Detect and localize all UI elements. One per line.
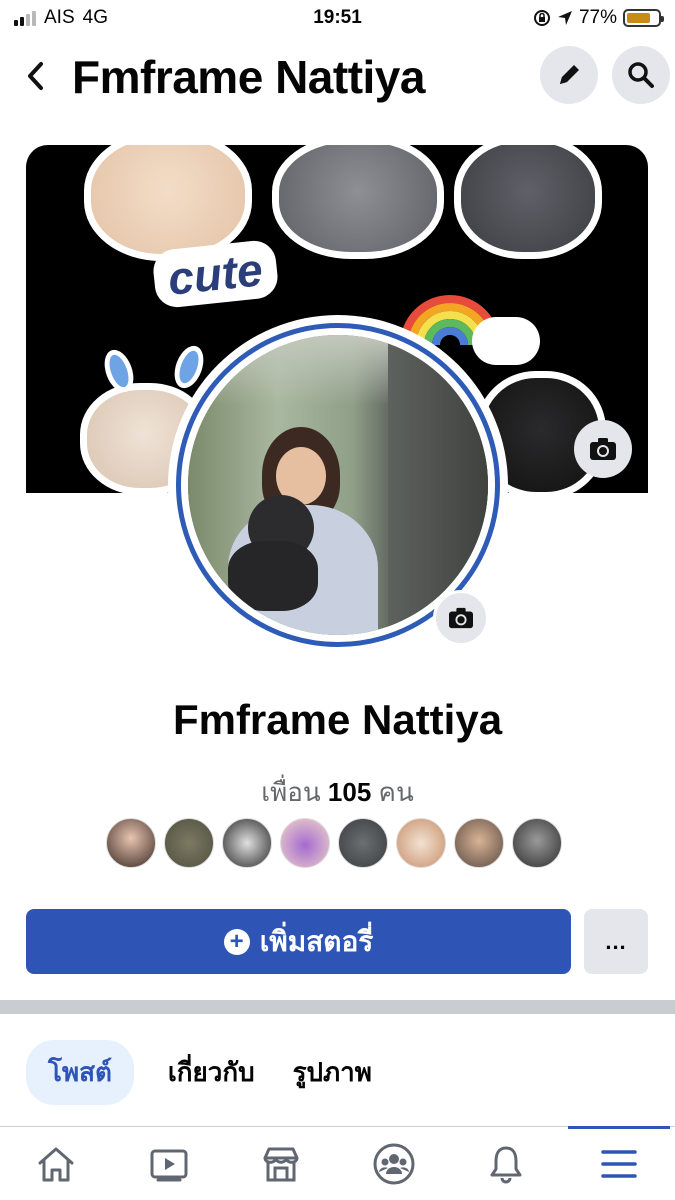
marketplace-icon <box>263 1147 299 1181</box>
search-icon <box>628 62 654 88</box>
profile-camera-button[interactable] <box>433 590 489 646</box>
friends-count[interactable]: เพื่อน 105 คน <box>0 772 675 813</box>
section-divider <box>0 1000 675 1014</box>
profile-name: Fmframe Nattiya <box>172 696 503 743</box>
more-options-button[interactable]: ... <box>584 909 648 974</box>
tab-posts[interactable]: โพสต์ <box>26 1040 134 1105</box>
friend-avatar[interactable] <box>512 818 562 868</box>
video-icon <box>150 1149 188 1181</box>
status-bar: AIS 4G 19:51 77% <box>0 0 675 36</box>
friends-suffix: คน <box>378 777 414 807</box>
groups-icon <box>373 1143 415 1184</box>
tab-about[interactable]: เกี่ยวกับ <box>164 1040 259 1105</box>
bottom-nav <box>0 1126 675 1200</box>
friend-avatar[interactable] <box>164 818 214 868</box>
friend-avatar[interactable] <box>280 818 330 868</box>
home-icon <box>38 1147 74 1181</box>
menu-icon <box>601 1149 637 1178</box>
cute-sticker-text: cute <box>151 238 280 310</box>
friend-avatars <box>106 818 562 868</box>
nav-menu[interactable] <box>563 1126 675 1200</box>
battery-percent: 77% <box>578 7 617 28</box>
friends-number: 105 <box>327 777 372 807</box>
nav-home[interactable] <box>0 1127 113 1200</box>
chevron-left-icon <box>28 62 43 90</box>
friend-avatar[interactable] <box>222 818 272 868</box>
friend-avatar[interactable] <box>106 818 156 868</box>
search-button[interactable] <box>612 46 670 104</box>
battery-icon <box>623 9 664 27</box>
page-title: Fmframe Nattiya <box>72 51 425 103</box>
plus-icon: + <box>223 928 250 955</box>
cat-sticker-dark <box>454 145 602 259</box>
camera-icon <box>590 438 616 460</box>
add-story-button[interactable]: + เพิ่มสตอรี่ <box>26 909 571 974</box>
add-story-label: เพิ่มสตอรี่ <box>259 925 374 957</box>
profile-tabs: โพสต์ เกี่ยวกับ รูปภาพ <box>26 1040 376 1105</box>
friend-avatar[interactable] <box>338 818 388 868</box>
tab-photos[interactable]: รูปภาพ <box>289 1040 376 1105</box>
bell-icon <box>490 1146 522 1183</box>
cover-camera-button[interactable] <box>574 420 632 478</box>
friends-prefix: เพื่อน <box>261 777 321 807</box>
nav-marketplace[interactable] <box>225 1127 338 1200</box>
nav-notifications[interactable] <box>450 1127 563 1200</box>
back-button[interactable] <box>18 58 54 94</box>
nav-video[interactable] <box>113 1127 226 1200</box>
profile-photo <box>188 335 488 635</box>
friend-avatar[interactable] <box>454 818 504 868</box>
camera-icon <box>449 607 473 629</box>
friend-avatar[interactable] <box>396 818 446 868</box>
status-right: 77% <box>533 7 664 29</box>
header: Fmframe Nattiya <box>0 40 675 112</box>
edit-button[interactable] <box>540 46 598 104</box>
cat-sticker-gray <box>272 145 444 259</box>
rotation-lock-icon <box>533 10 550 26</box>
nav-groups[interactable] <box>338 1127 451 1200</box>
pencil-icon <box>560 65 579 84</box>
battery-fill <box>627 13 651 23</box>
location-icon <box>557 11 572 25</box>
